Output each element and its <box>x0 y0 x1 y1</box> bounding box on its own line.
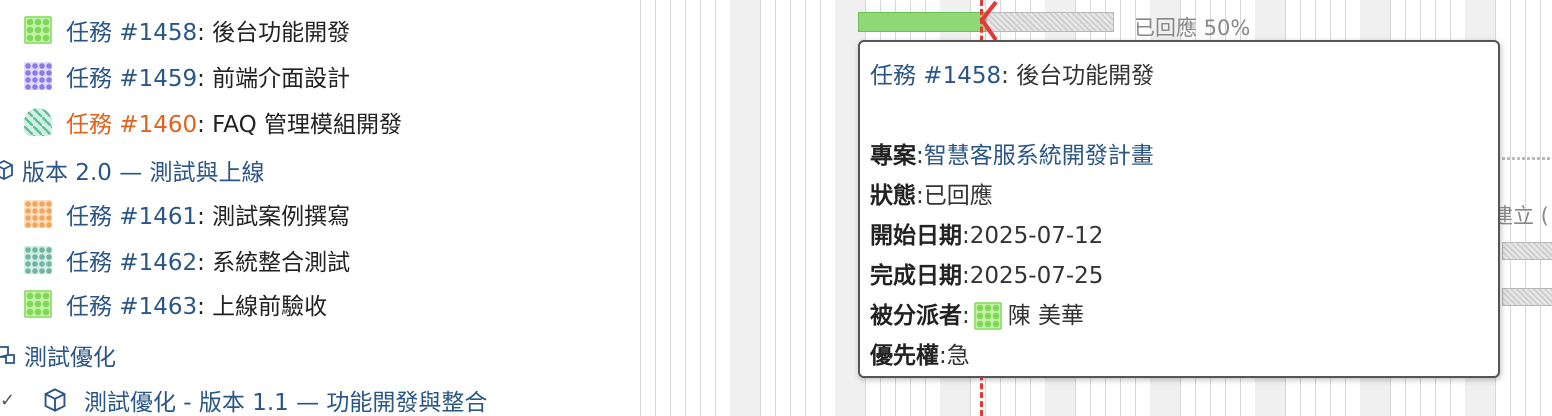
tooltip-issue-title: : 後台功能開發 <box>1001 63 1155 89</box>
tooltip-project: 專案: 智慧客服系統開發計畫 <box>870 136 1488 176</box>
today-marker-icon <box>979 0 998 42</box>
field-label: 完成日期 <box>870 263 962 289</box>
issue-title: : 上線前驗收 <box>197 294 328 320</box>
status-value: 已回應 <box>923 183 993 209</box>
tooltip-due-date: 完成日期: 2025-07-25 <box>870 256 1488 296</box>
issue-link[interactable]: 任務 #1459 <box>66 59 197 93</box>
task-bar[interactable] <box>1502 288 1552 306</box>
connector-line <box>1502 157 1552 160</box>
tree-issue-row[interactable]: 任務 #1459 : 前端介面設計 <box>24 56 350 96</box>
package-icon <box>0 159 13 181</box>
issue-link[interactable]: 任務 #1462 <box>66 243 197 277</box>
issue-title: : 測試案例撰寫 <box>197 204 351 230</box>
tooltip-heading: 任務 #1458 : 後台功能開發 <box>870 56 1488 96</box>
field-sep: : <box>962 263 970 289</box>
tree-issue-row[interactable]: 任務 #1460 : FAQ 管理模組開發 <box>24 102 402 142</box>
tooltip-assignee: 被分派者: 陳 美華 <box>870 296 1488 336</box>
issue-title: : FAQ 管理模組開發 <box>197 112 403 138</box>
tree-version-row[interactable]: ✓ 測試優化 - 版本 1.1 — 功能開發與整合 <box>0 380 487 416</box>
due-date-value: 2025-07-25 <box>969 263 1104 289</box>
tree-version-row[interactable]: 版本 2.0 — 測試與上線 <box>0 150 265 190</box>
task-bar-label: 建立 ( <box>1492 204 1549 228</box>
field-label: 專案 <box>870 143 916 169</box>
field-label: 狀態 <box>870 183 916 209</box>
weekend-column <box>730 0 760 416</box>
tooltip-start-date: 開始日期: 2025-07-12 <box>870 216 1488 256</box>
field-label: 開始日期 <box>870 223 962 249</box>
subject-tree: 任務 #1458 : 後台功能開發 任務 #1459 : 前端介面設計 任務 #… <box>0 0 640 416</box>
task-bar-label: 已回應 50% <box>1134 16 1251 40</box>
issue-link[interactable]: 任務 #1458 <box>66 13 197 47</box>
tree-project-row[interactable]: 測試優化 <box>0 335 116 375</box>
tooltip-status: 狀態: 已回應 <box>870 176 1488 216</box>
issue-link[interactable]: 任務 #1460 <box>66 105 197 139</box>
project-icon <box>0 346 15 364</box>
issue-link[interactable]: 任務 #1463 <box>66 287 197 321</box>
field-sep: : <box>962 303 970 329</box>
issue-link[interactable]: 任務 #1461 <box>66 197 197 231</box>
issue-title: : 前端介面設計 <box>197 66 351 92</box>
issue-title: : 系統整合測試 <box>197 250 351 276</box>
avatar <box>24 62 52 90</box>
tree-issue-row[interactable]: 任務 #1462 : 系統整合測試 <box>24 240 350 280</box>
field-label: 被分派者 <box>870 303 962 329</box>
tree-issue-row[interactable]: 任務 #1463 : 上線前驗收 <box>24 284 327 324</box>
issue-title: : 後台功能開發 <box>197 20 351 46</box>
project-link[interactable]: 測試優化 <box>24 338 116 372</box>
field-sep: : <box>939 343 947 369</box>
tree-issue-row[interactable]: 任務 #1458 : 後台功能開發 <box>24 10 350 50</box>
task-bar-done[interactable] <box>858 12 986 32</box>
avatar <box>24 108 52 136</box>
assignee-value: 陳 美華 <box>1007 303 1085 329</box>
avatar <box>24 246 52 274</box>
field-sep: : <box>962 223 970 249</box>
field-sep: : <box>916 183 924 209</box>
priority-value: 急 <box>946 343 970 369</box>
avatar <box>24 200 52 228</box>
issue-tooltip: 任務 #1458 : 後台功能開發 專案: 智慧客服系統開發計畫 狀態: 已回應… <box>858 40 1500 378</box>
avatar <box>24 290 52 318</box>
tooltip-issue-link[interactable]: 任務 #1458 <box>870 56 1001 96</box>
tooltip-priority: 優先權: 急 <box>870 336 1488 376</box>
expander-icon[interactable]: ✓ <box>0 390 15 411</box>
task-bar[interactable] <box>1502 242 1552 260</box>
version-link[interactable]: 版本 2.0 — 測試與上線 <box>22 153 265 187</box>
tree-issue-row[interactable]: 任務 #1461 : 測試案例撰寫 <box>24 194 350 234</box>
field-label: 優先權 <box>870 343 939 369</box>
avatar <box>973 302 1002 330</box>
start-date-value: 2025-07-12 <box>969 223 1104 249</box>
task-bar-remaining[interactable] <box>986 12 1114 32</box>
project-link[interactable]: 智慧客服系統開發計畫 <box>924 136 1154 176</box>
version-link[interactable]: 測試優化 - 版本 1.1 — 功能開發與整合 <box>84 383 487 416</box>
avatar <box>24 16 52 44</box>
field-sep: : <box>916 143 924 169</box>
package-icon <box>44 388 66 412</box>
